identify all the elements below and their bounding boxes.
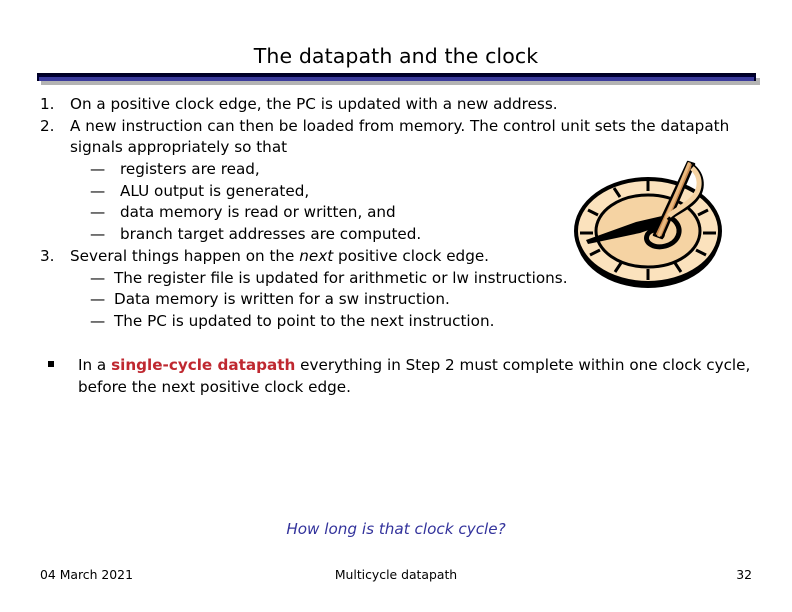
title-divider-bar <box>37 73 756 81</box>
sub-list-item: — registers are read, <box>38 159 754 181</box>
page-title: The datapath and the clock <box>253 44 539 68</box>
sub-list-item-text: The register file is updated for arithme… <box>114 268 568 287</box>
footer-subject: Multicycle datapath <box>334 567 458 582</box>
sub-list-item-text: The PC is updated to point to the next i… <box>114 312 495 331</box>
list-marker: 2. <box>40 116 55 135</box>
title-divider-core <box>39 77 754 81</box>
list-item: 1. On a positive clock edge, the PC is u… <box>38 94 754 116</box>
title-divider <box>37 73 760 85</box>
dash-marker: — <box>90 159 106 178</box>
sub-list-item-text: ALU output is generated, <box>120 181 310 200</box>
list-item-text: On a positive clock edge, the PC is upda… <box>70 95 558 113</box>
list-item: 3. Several things happen on the next pos… <box>38 246 754 268</box>
footer-page-number: 32 <box>736 567 752 582</box>
note-text-highlight: single-cycle datapath <box>111 355 296 374</box>
sub-list-item-text: Data memory is written for a sw instruct… <box>114 290 450 309</box>
list-item-text-after: positive clock edge. <box>333 246 490 265</box>
sub-list-item-text: registers are read, <box>120 159 260 178</box>
slide-canvas: The datapath and the clock 1. On a posit… <box>0 0 792 612</box>
note-text-before: In a <box>78 355 112 374</box>
sub-list-item: — branch target addresses are computed. <box>38 224 754 246</box>
dash-marker: — <box>90 290 106 309</box>
dash-marker: — <box>90 225 106 244</box>
dash-marker: — <box>90 268 106 287</box>
list-item-text: Several things happen on the next positi… <box>70 246 754 268</box>
list-marker: 1. <box>40 95 55 113</box>
question-text: How long is that clock cycle? <box>286 520 506 538</box>
sub-list-item: — ALU output is generated, <box>38 181 754 203</box>
sub-list-item: — The PC is updated to point to the next… <box>38 311 754 333</box>
list-item-text: A new instruction can then be loaded fro… <box>70 116 730 157</box>
list-item-text-before: Several things happen on the <box>70 246 300 265</box>
note-text: In a single-cycle datapath everything in… <box>78 356 750 396</box>
sub-list-item-text: data memory is read or written, and <box>120 203 396 222</box>
sub-list-item-text: branch target addresses are computed. <box>120 225 422 244</box>
note-bullet-item: In a single-cycle datapath everything in… <box>38 354 754 398</box>
square-bullet-icon <box>48 360 54 367</box>
list-item-text-emphasis: next <box>299 246 334 265</box>
slide-body: 1. On a positive clock edge, the PC is u… <box>38 94 754 398</box>
slide-footer: 04 March 2021 Multicycle datapath 32 <box>40 566 752 584</box>
dash-marker: — <box>90 181 106 200</box>
list-item: 2. A new instruction can then be loaded … <box>38 116 754 159</box>
sub-list-item: — The register file is updated for arith… <box>38 268 754 290</box>
dash-marker: — <box>90 203 106 222</box>
sub-list-item: — data memory is read or written, and <box>38 202 754 224</box>
vertical-spacer <box>38 333 754 354</box>
sub-list-item: — Data memory is written for a sw instru… <box>38 289 754 311</box>
list-marker: 3. <box>40 246 55 265</box>
dash-marker: — <box>90 312 106 331</box>
